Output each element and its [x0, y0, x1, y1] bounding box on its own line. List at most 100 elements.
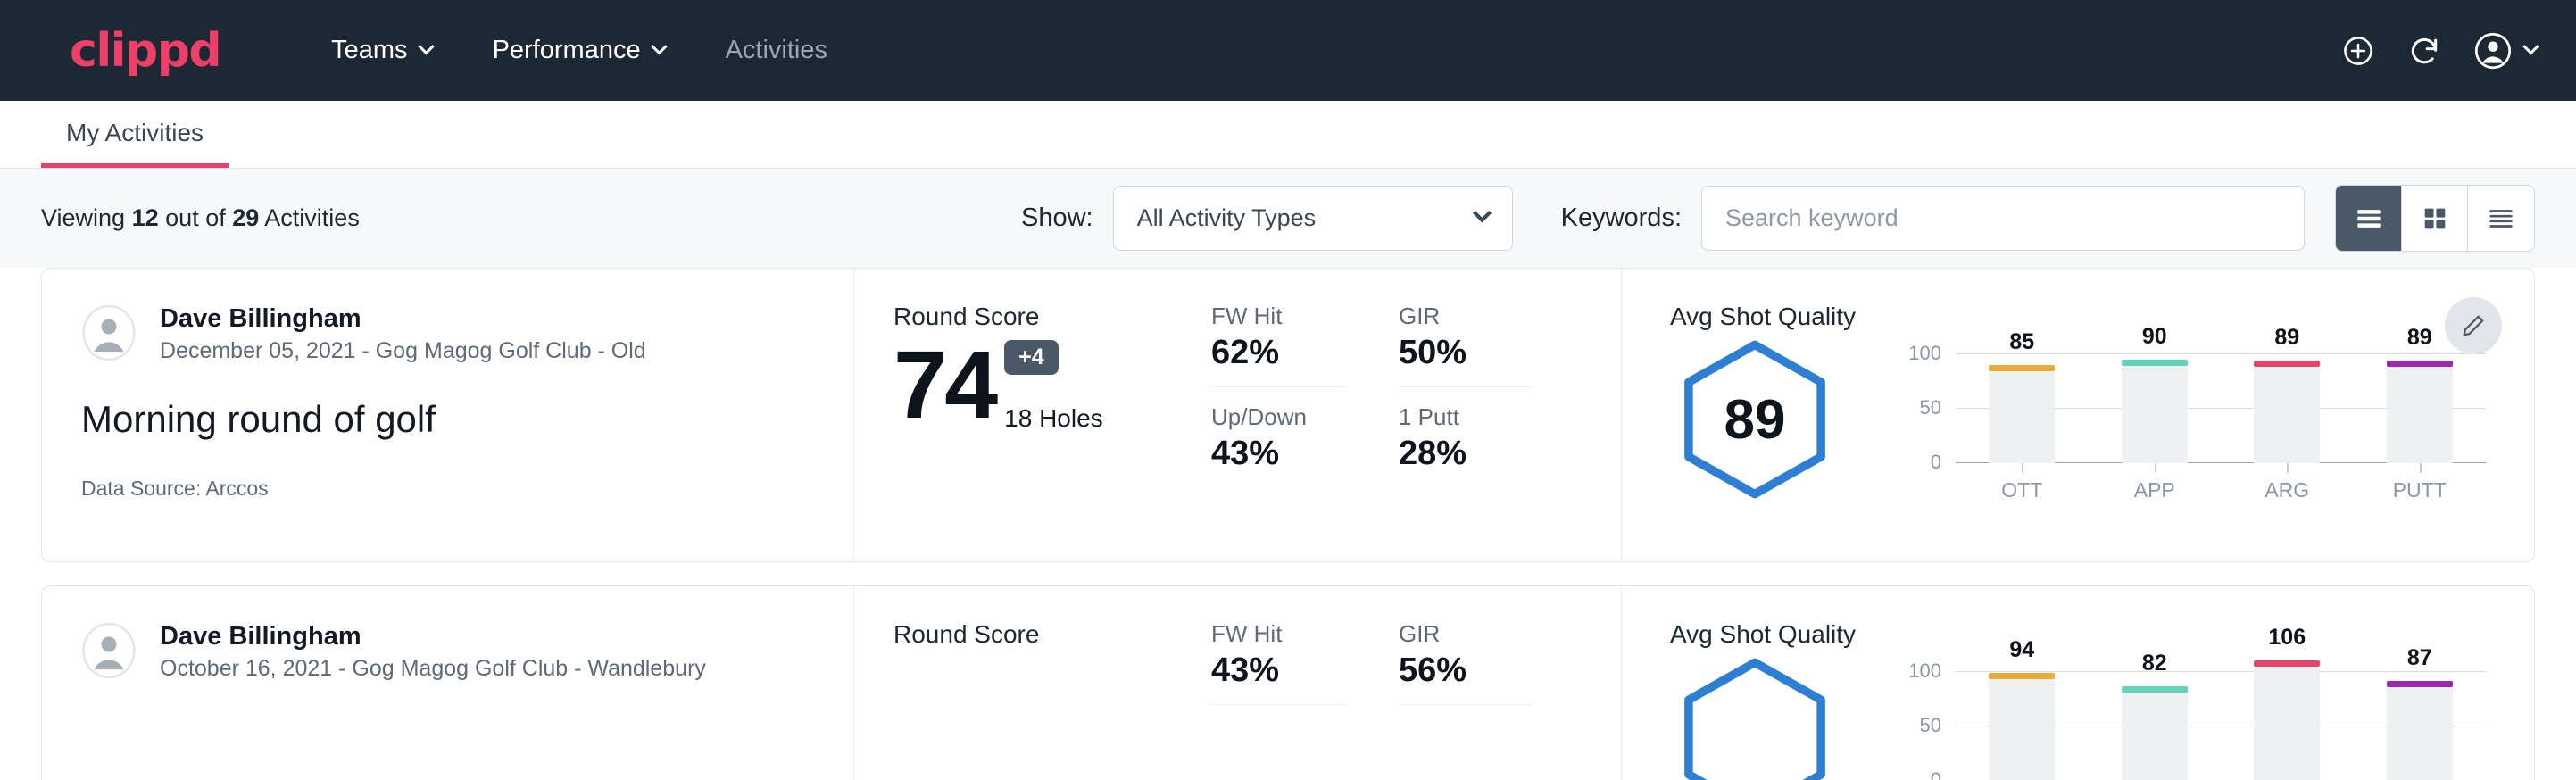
x-axis-column: ARG — [2254, 463, 2320, 504]
view-mode-toggle — [2335, 185, 2535, 252]
bar-app: 90 — [2122, 365, 2188, 463]
round-score-block: Round Score 74 +4 18 Holes — [854, 269, 1211, 561]
bar-column: 94 — [1989, 652, 2055, 780]
grid-view-button[interactable] — [2402, 186, 2468, 251]
bar-column: 89 — [2387, 335, 2453, 463]
chevron-down-icon — [1473, 203, 1492, 222]
bar-cap — [2254, 660, 2320, 667]
stat-fw-hit: FW Hit 62% — [1211, 303, 1345, 387]
avg-shot-quality-block: Avg Shot Quality 100500948210687OTTAPPAR… — [1622, 586, 2534, 780]
activity-card[interactable]: Dave Billingham October 16, 2021 - Gog M… — [41, 585, 2535, 780]
quality-hexagon: 89 — [1670, 335, 1840, 504]
bar-app: 82 — [2122, 692, 2188, 780]
nav-item-teams-label: Teams — [331, 36, 407, 65]
nav-item-teams[interactable]: Teams — [301, 27, 461, 74]
x-axis-tick — [2420, 463, 2422, 473]
main-nav: Teams Performance Activities — [301, 27, 858, 74]
avatar — [81, 305, 137, 365]
bar-arg: 89 — [2254, 366, 2320, 463]
holes-played: 18 Holes — [1004, 404, 1103, 433]
stat-key: 1 Putt — [1399, 403, 1533, 431]
x-axis-label: APP — [2122, 478, 2188, 502]
score-to-par-badge: +4 — [1004, 340, 1059, 375]
x-axis-column: APP — [2122, 463, 2188, 504]
avg-shot-quality-label: Avg Shot Quality — [1670, 620, 2495, 649]
stat-value: 62% — [1211, 334, 1345, 372]
bar-cap — [2387, 681, 2453, 687]
stat-gir: GIR 56% — [1399, 620, 1533, 705]
activity-card[interactable]: Dave Billingham December 05, 2021 - Gog … — [41, 268, 2535, 562]
activity-title: Morning round of golf — [81, 398, 814, 441]
search-box[interactable] — [1701, 186, 2305, 251]
bar-putt: 89 — [2387, 366, 2453, 463]
stat-value: 56% — [1399, 651, 1533, 690]
y-axis-tick: 50 — [1920, 396, 1941, 419]
refresh-icon[interactable] — [2407, 34, 2441, 68]
stat-fw-hit: FW Hit 43% — [1211, 620, 1345, 705]
filter-bar: Viewing 12 out of 29 Activities Show: Al… — [0, 169, 2576, 268]
list-view-button[interactable] — [2336, 186, 2402, 251]
bar-value-label: 85 — [1989, 329, 2055, 355]
activities-list: Dave Billingham December 05, 2021 - Gog … — [0, 268, 2576, 780]
nav-item-activities-label: Activities — [726, 36, 827, 65]
nav-item-activities[interactable]: Activities — [695, 27, 858, 74]
y-axis-tick: 0 — [1931, 768, 1941, 780]
avg-shot-quality-body: 89 10050085908989OTTAPPARGPUTT — [1670, 335, 2495, 504]
viewing-prefix: Viewing — [41, 204, 125, 231]
x-axis-label: OTT — [1989, 478, 2055, 502]
navbar-actions — [2341, 31, 2537, 71]
stat-one-putt: 1 Putt 28% — [1399, 403, 1533, 487]
chevron-down-icon — [651, 38, 667, 54]
viewing-total: 29 — [232, 204, 259, 231]
viewing-suffix: Activities — [264, 204, 360, 231]
nav-item-performance[interactable]: Performance — [462, 27, 695, 74]
shot-quality-chart: 100500948210687OTTAPPARGPUTT — [1890, 652, 2495, 780]
chart-gridlines: 100500948210687 — [1956, 652, 2486, 780]
quality-score — [1670, 652, 1840, 780]
player-row: Dave Billingham December 05, 2021 - Gog … — [81, 303, 814, 368]
player-name: Dave Billingham — [160, 303, 646, 335]
bar-ott: 85 — [1989, 370, 2055, 463]
search-input[interactable] — [1725, 204, 2281, 232]
avg-shot-quality-body: 100500948210687OTTAPPARGPUTT — [1670, 652, 2495, 780]
y-axis-tick: 50 — [1920, 714, 1941, 737]
quality-hexagon — [1670, 652, 1840, 780]
show-label: Show: — [1021, 203, 1093, 233]
activity-meta: October 16, 2021 - Gog Magog Golf Club -… — [160, 652, 706, 685]
chevron-down-icon — [418, 38, 434, 54]
bar-putt: 87 — [2387, 686, 2453, 780]
bar-cap — [2122, 360, 2188, 366]
bar-column: 89 — [2254, 335, 2320, 463]
bar-column: 87 — [2387, 652, 2453, 780]
avg-shot-quality-block: Avg Shot Quality 89 10050085908989OTTAPP… — [1622, 269, 2534, 561]
score-side: +4 18 Holes — [995, 340, 1103, 433]
account-avatar[interactable] — [2473, 31, 2537, 71]
round-score-block: Round Score — [854, 586, 1211, 780]
round-score-value: 74 — [893, 336, 995, 433]
y-axis-tick: 100 — [1908, 660, 1941, 683]
activity-info: Dave Billingham December 05, 2021 - Gog … — [42, 269, 854, 561]
clippd-logo[interactable]: clippd — [70, 28, 220, 74]
tab-my-activities[interactable]: My Activities — [41, 119, 229, 168]
stat-value: 43% — [1211, 435, 1345, 473]
edit-activity-button[interactable] — [2445, 297, 2502, 354]
nav-item-performance-label: Performance — [493, 36, 641, 65]
player-text: Dave Billingham December 05, 2021 - Gog … — [160, 303, 646, 368]
viewing-middle: out of — [165, 204, 226, 231]
bar-value-label: 106 — [2254, 625, 2320, 651]
add-icon[interactable] — [2341, 34, 2375, 68]
stat-gir: GIR 50% — [1399, 303, 1533, 387]
bar-value-label: 87 — [2387, 645, 2453, 671]
stat-up-down: Up/Down 43% — [1211, 403, 1345, 487]
filter-controls: Show: All Activity Types Keywords: — [1021, 185, 2535, 252]
x-axis-label: ARG — [2254, 478, 2320, 502]
chevron-down-icon — [2522, 38, 2539, 54]
stat-value: 28% — [1399, 435, 1533, 473]
compact-view-button[interactable] — [2468, 186, 2534, 251]
player-text: Dave Billingham October 16, 2021 - Gog M… — [160, 620, 706, 685]
bar-cap — [2387, 361, 2453, 367]
bar-ott: 94 — [1989, 678, 2055, 780]
activity-type-select[interactable]: All Activity Types — [1113, 186, 1513, 251]
data-source: Data Source: Arccos — [81, 477, 814, 501]
bar-column: 82 — [2122, 652, 2188, 780]
